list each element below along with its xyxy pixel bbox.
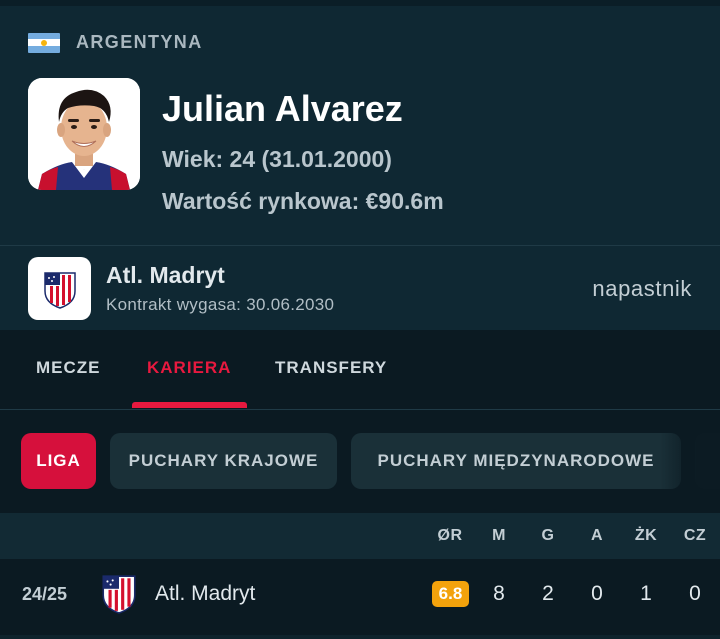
cell-yellow-cards: 1 bbox=[640, 582, 652, 605]
scroll-fade bbox=[660, 411, 720, 513]
filter-chips: LIGA PUCHARY KRAJOWE PUCHARY MIĘDZYNAROD… bbox=[0, 411, 720, 513]
table-header: ØR M G A ŻK CZ bbox=[0, 513, 720, 559]
tab-matches[interactable]: MECZE bbox=[36, 358, 101, 378]
player-photo bbox=[28, 78, 140, 190]
cell-red-cards: 0 bbox=[689, 582, 701, 605]
divider bbox=[0, 245, 720, 246]
active-tab-indicator bbox=[132, 402, 247, 408]
col-red-cards[interactable]: CZ bbox=[670, 527, 720, 545]
market-value: Wartość rynkowa: €90.6m bbox=[162, 188, 444, 214]
country-name: ARGENTYNA bbox=[76, 32, 203, 52]
cell-assists: 0 bbox=[591, 582, 603, 605]
rating-badge: 6.8 bbox=[432, 581, 469, 607]
col-goals[interactable]: G bbox=[523, 527, 573, 545]
chip-league[interactable]: LIGA bbox=[21, 433, 96, 489]
player-position: napastnik bbox=[592, 276, 692, 301]
season: 24/25 bbox=[22, 584, 68, 604]
col-avg-rating[interactable]: ØR bbox=[425, 527, 475, 545]
top-bar bbox=[0, 0, 720, 6]
country-row: ARGENTYNA bbox=[28, 32, 203, 53]
tab-bar: MECZE KARIERA TRANSFERY bbox=[0, 330, 720, 410]
club-name[interactable]: Atl. Madryt bbox=[106, 262, 225, 289]
cell-matches: 8 bbox=[493, 582, 505, 605]
tab-career[interactable]: KARIERA bbox=[147, 358, 231, 378]
col-assists[interactable]: A bbox=[572, 527, 622, 545]
argentina-flag-icon bbox=[28, 32, 60, 53]
chip-domestic-cups[interactable]: PUCHARY KRAJOWE bbox=[110, 433, 337, 489]
row-divider bbox=[0, 635, 720, 639]
table-row[interactable]: 24/25 Atl. Madryt 6.8 8 2 0 1 0 bbox=[0, 559, 720, 639]
col-matches[interactable]: M bbox=[474, 527, 524, 545]
cell-goals: 2 bbox=[542, 582, 554, 605]
row-club-name[interactable]: Atl. Madryt bbox=[155, 582, 255, 606]
chip-international-cups[interactable]: PUCHARY MIĘDZYNARODOWE bbox=[351, 433, 681, 489]
atletico-crest-icon bbox=[102, 575, 136, 614]
tab-transfers[interactable]: TRANSFERY bbox=[275, 358, 387, 378]
col-yellow-cards[interactable]: ŻK bbox=[621, 527, 671, 545]
atletico-crest-icon bbox=[43, 271, 76, 309]
player-header: ARGENTYNA Julian Alvarez Wiek: 24 (31.01… bbox=[0, 0, 720, 330]
club-logo[interactable] bbox=[28, 257, 91, 320]
contract-expiry: Kontrakt wygasa: 30.06.2030 bbox=[106, 295, 335, 314]
player-age: Wiek: 24 (31.01.2000) bbox=[162, 146, 392, 172]
player-name: Julian Alvarez bbox=[162, 88, 403, 129]
